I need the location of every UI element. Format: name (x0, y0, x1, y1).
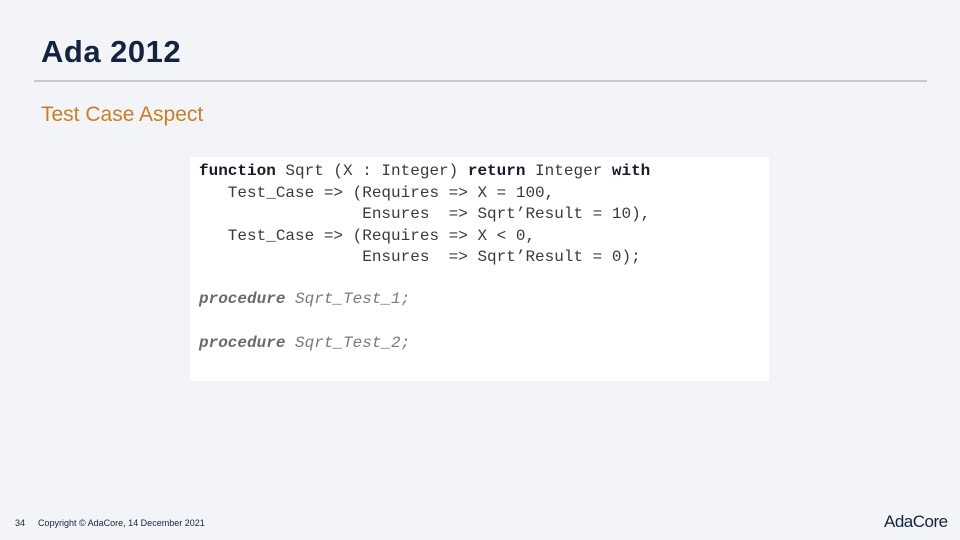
keyword: procedure (199, 334, 286, 352)
code-listing: function Sqrt (X : Integer) return Integ… (199, 161, 650, 269)
code-line-4: Test_Case => (Requires => X < 0, (199, 226, 536, 245)
adacore-logo: AdaCore (884, 512, 948, 531)
procedure-line-2: procedure Sqrt_Test_2; (199, 334, 410, 352)
code-line-5: Ensures => Sqrt’Result = 0); (199, 248, 641, 267)
procedure-name: Sqrt_Test_1; (285, 290, 411, 308)
keyword: with (611, 162, 651, 180)
keyword: return (467, 162, 526, 180)
code-line-3: Ensures => Sqrt’Result = 10), (199, 205, 651, 224)
copyright-notice: Copyright © AdaCore, 14 December 2021 (38, 518, 205, 528)
code-block: function Sqrt (X : Integer) return Integ… (190, 157, 769, 381)
page-number: 34 (15, 518, 26, 528)
code-text: Integer (525, 162, 612, 180)
code-line-1: function Sqrt (X : Integer) return Integ… (199, 162, 650, 180)
code-line-2: Test_Case => (Requires => X = 100, (199, 183, 555, 202)
slide-subtitle: Test Case Aspect (41, 103, 204, 126)
keyword: procedure (199, 290, 286, 308)
procedure-line-1: procedure Sqrt_Test_1; (199, 290, 410, 308)
title-divider (34, 80, 927, 82)
keyword: function (199, 162, 276, 180)
code-text: Sqrt (X : Integer) (275, 162, 468, 180)
slide-title: Ada 2012 (41, 34, 182, 69)
procedure-name: Sqrt_Test_2; (285, 334, 411, 352)
